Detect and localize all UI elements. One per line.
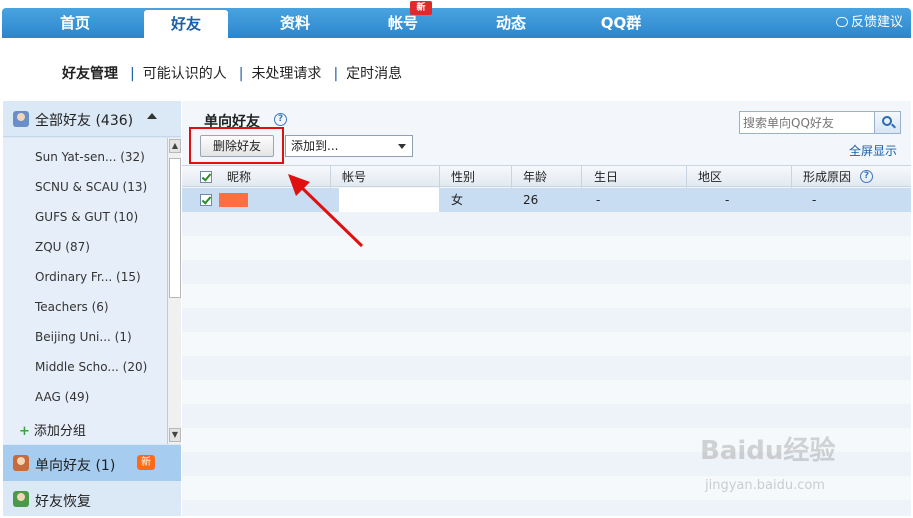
nav-qq-group[interactable]: QQ群 bbox=[576, 8, 666, 38]
watermark-url: jingyan.baidu.com bbox=[705, 478, 825, 493]
fullscreen-link[interactable]: 全屏显示 bbox=[849, 142, 897, 159]
cell-birthday: - bbox=[596, 193, 601, 207]
group-item[interactable]: Middle Scho... (20) bbox=[35, 360, 147, 374]
nav-profile[interactable]: 资料 bbox=[252, 8, 338, 38]
cell-region: - bbox=[725, 193, 730, 207]
group-item[interactable]: SCNU & SCAU (13) bbox=[35, 180, 147, 194]
scroll-thumb[interactable] bbox=[169, 158, 181, 298]
empty-row bbox=[182, 284, 911, 308]
group-list: Sun Yat-sen... (32) SCNU & SCAU (13) GUF… bbox=[3, 138, 167, 444]
friends-icon bbox=[13, 111, 29, 127]
empty-row bbox=[182, 500, 911, 516]
cell-age: 26 bbox=[523, 193, 539, 207]
subnav-scheduled[interactable]: 定时消息 bbox=[346, 66, 402, 82]
sub-nav: 好友管理 | 可能认识的人 | 未处理请求 | 定时消息 bbox=[62, 63, 406, 83]
nav-home[interactable]: 首页 bbox=[30, 8, 120, 38]
row-checkbox[interactable] bbox=[200, 194, 212, 206]
new-badge: 新 bbox=[137, 455, 155, 470]
col-divider bbox=[511, 166, 512, 188]
nav-account-new-badge: 新 bbox=[410, 1, 432, 15]
search-box bbox=[739, 111, 901, 134]
group-item[interactable]: GUFS & GUT (10) bbox=[35, 210, 138, 224]
nav-feed[interactable]: 动态 bbox=[468, 8, 554, 38]
nickname-redacted bbox=[219, 193, 248, 207]
select-all-checkbox[interactable] bbox=[200, 171, 212, 183]
col-region[interactable]: 地区 bbox=[698, 166, 722, 188]
top-strip bbox=[0, 0, 913, 8]
subnav-friend-manage[interactable]: 好友管理 bbox=[62, 66, 118, 82]
col-gender[interactable]: 性别 bbox=[451, 166, 475, 188]
sidebar-all-friends-label: 全部好友 (436) bbox=[35, 113, 134, 129]
recover-icon bbox=[13, 491, 29, 507]
col-reason[interactable]: 形成原因 bbox=[803, 166, 851, 188]
group-list-scrollbar[interactable]: ▲ ▼ bbox=[167, 138, 181, 444]
empty-row bbox=[182, 332, 911, 356]
chat-bubble-icon bbox=[835, 17, 848, 27]
col-nickname[interactable]: 昵称 bbox=[227, 166, 251, 188]
main-nav: 首页 好友 资料 帐号 新 动态 QQ群 反馈建议 bbox=[2, 1, 911, 38]
sidebar-recover-label: 好友恢复 bbox=[35, 494, 91, 510]
add-to-dropdown[interactable]: 添加到... bbox=[285, 135, 413, 157]
empty-row bbox=[182, 308, 911, 332]
scroll-down-icon[interactable]: ▼ bbox=[169, 428, 181, 442]
sidebar-all-friends[interactable]: 全部好友 (436) bbox=[3, 101, 181, 137]
sidebar-one-way-friends[interactable]: 单向好友 (1) 新 bbox=[3, 445, 181, 481]
add-group-label: 添加分组 bbox=[33, 424, 86, 439]
empty-row bbox=[182, 356, 911, 380]
one-way-friends-icon bbox=[13, 455, 29, 471]
chevron-down-icon bbox=[398, 144, 406, 149]
chevron-up-icon[interactable] bbox=[147, 113, 157, 119]
annotation-arrow-icon bbox=[288, 174, 364, 248]
group-item[interactable]: Ordinary Fr... (15) bbox=[35, 270, 141, 284]
col-divider bbox=[581, 166, 582, 188]
cell-reason: - bbox=[812, 193, 817, 207]
group-item[interactable]: Teachers (6) bbox=[35, 300, 109, 314]
add-group-button[interactable]: + 添加分组 bbox=[19, 420, 86, 439]
add-to-label: 添加到... bbox=[291, 139, 339, 153]
plus-icon: + bbox=[19, 424, 30, 439]
subnav-may-know[interactable]: 可能认识的人 bbox=[143, 66, 227, 82]
search-input[interactable] bbox=[740, 112, 874, 133]
search-icon-handle bbox=[891, 123, 896, 129]
scroll-up-icon[interactable]: ▲ bbox=[169, 139, 181, 153]
nav-account[interactable]: 帐号 bbox=[360, 8, 446, 38]
col-divider bbox=[686, 166, 687, 188]
col-birthday[interactable]: 生日 bbox=[594, 166, 618, 188]
help-icon[interactable]: ? bbox=[860, 170, 873, 183]
subnav-divider: | bbox=[130, 66, 135, 82]
empty-row bbox=[182, 380, 911, 404]
nav-friends[interactable]: 好友 bbox=[144, 10, 228, 38]
empty-row bbox=[182, 404, 911, 428]
feedback-link[interactable]: 反馈建议 bbox=[835, 8, 903, 38]
group-item[interactable]: Beijing Uni... (1) bbox=[35, 330, 132, 344]
highlight-box bbox=[189, 127, 284, 164]
subnav-divider: | bbox=[333, 66, 339, 82]
sidebar: 全部好友 (436) Sun Yat-sen... (32) SCNU & SC… bbox=[3, 101, 181, 516]
baidu-watermark: Baidu经验 bbox=[700, 436, 836, 466]
sidebar-friend-recover[interactable]: 好友恢复 bbox=[3, 481, 181, 517]
subnav-pending[interactable]: 未处理请求 bbox=[251, 66, 321, 82]
feedback-label: 反馈建议 bbox=[850, 15, 903, 30]
group-item[interactable]: Sun Yat-sen... (32) bbox=[35, 150, 145, 164]
empty-row bbox=[182, 260, 911, 284]
col-age[interactable]: 年龄 bbox=[523, 166, 547, 188]
subnav-divider: | bbox=[238, 66, 244, 82]
col-divider bbox=[791, 166, 792, 188]
help-icon[interactable]: ? bbox=[274, 113, 287, 126]
col-divider bbox=[439, 166, 440, 188]
group-item[interactable]: AAG (49) bbox=[35, 390, 89, 404]
group-item[interactable]: ZQU (87) bbox=[35, 240, 90, 254]
search-button[interactable] bbox=[874, 112, 900, 133]
sidebar-one-way-label: 单向好友 (1) bbox=[35, 458, 116, 474]
cell-gender: 女 bbox=[451, 193, 464, 207]
